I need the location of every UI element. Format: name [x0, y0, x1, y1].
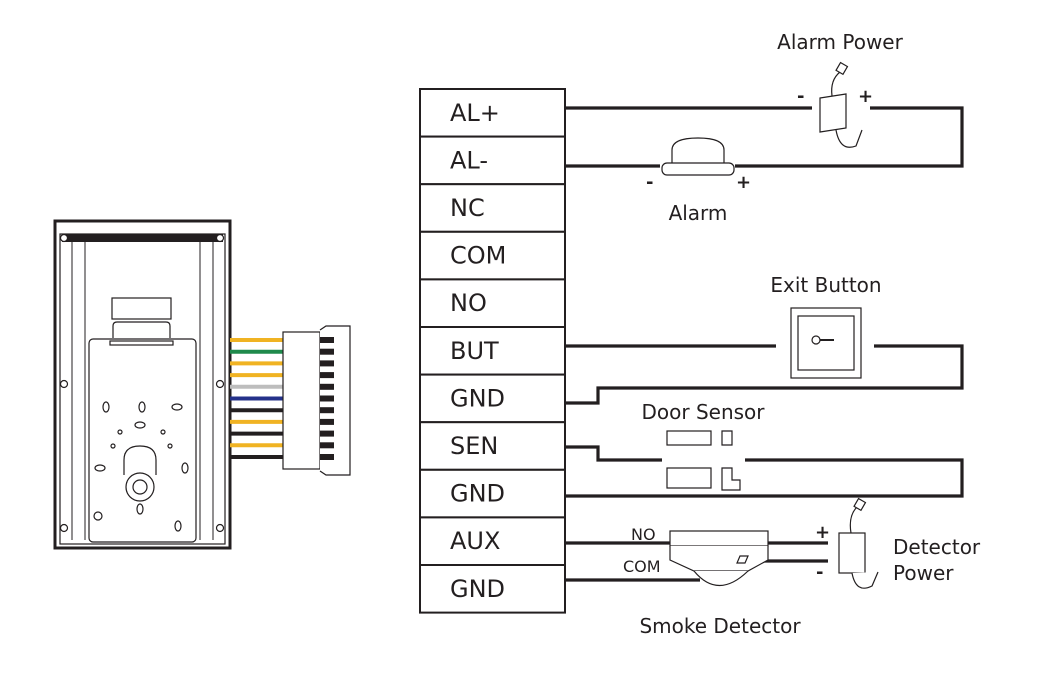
- detector-minus: -: [816, 562, 823, 583]
- terminal-block: AL+ AL- NC COM NO BUT GND SEN GND AUX GND: [419, 88, 566, 614]
- exit-button-circuit: Exit Button: [565, 273, 964, 405]
- alarm-power-label: Alarm Power: [777, 30, 903, 54]
- connector-pin: [320, 430, 334, 437]
- terminal-label: BUT: [450, 337, 499, 365]
- alarm-circuit: - + - + Alarm Power Alarm: [565, 30, 964, 225]
- alarm-minus: -: [646, 172, 653, 193]
- connector-pin: [320, 383, 334, 390]
- connector-pin: [320, 337, 334, 343]
- terminal-label: AL-: [450, 146, 488, 174]
- detector-power-label-2: Power: [893, 561, 954, 585]
- exit-button-label: Exit Button: [770, 273, 881, 297]
- wiring-diagram: AL+ AL- NC COM NO BUT GND SEN GND AUX GND - + - + …: [53, 30, 981, 638]
- connector-pin: [320, 454, 334, 460]
- door-sensor-circuit: Door Sensor: [565, 400, 964, 498]
- door-sensor-label: Door Sensor: [641, 400, 765, 424]
- access-control-device: [53, 219, 232, 550]
- connector-pin: [320, 372, 334, 379]
- terminal-label: AL+: [450, 99, 500, 127]
- terminal-label: NC: [450, 194, 485, 222]
- terminal-label: COM: [450, 242, 506, 270]
- device-wire-bundle: [230, 338, 283, 459]
- smoke-detector-icon: [669, 530, 769, 586]
- connector-pin: [320, 442, 334, 449]
- smoke-detector-label: Smoke Detector: [639, 614, 801, 638]
- connector-pin: [320, 395, 334, 402]
- terminal-cell: [419, 183, 566, 233]
- alarm-plus: +: [736, 172, 751, 193]
- terminal-label: AUX: [450, 527, 500, 555]
- connector-pin: [320, 348, 334, 355]
- connector-pin: [320, 360, 334, 367]
- terminal-cell: [419, 278, 566, 328]
- terminal-cell: [419, 135, 566, 186]
- terminal-label: NO: [450, 289, 487, 317]
- alarm-power-minus: -: [797, 86, 804, 107]
- detector-plus: +: [815, 522, 830, 543]
- alarm-siren-icon: [661, 137, 735, 176]
- detector-power-label-1: Detector: [893, 535, 981, 559]
- connector-pin: [320, 407, 334, 414]
- smoke-detector-circuit: NO COM + - Detector Power Smoke Detector: [565, 497, 981, 638]
- alarm-power-plus: +: [858, 86, 873, 107]
- com-label: COM: [623, 557, 661, 576]
- detector-power-adapter-icon: [838, 497, 879, 589]
- terminal-label: SEN: [450, 432, 498, 460]
- terminal-label: GND: [450, 384, 505, 412]
- no-label: NO: [631, 525, 656, 544]
- connector-pin: [320, 418, 334, 425]
- terminal-label: GND: [450, 480, 505, 508]
- alarm-power-adapter-icon: [819, 61, 863, 148]
- connector-plug: [282, 325, 351, 476]
- alarm-label: Alarm: [669, 201, 728, 225]
- terminal-label: GND: [450, 575, 505, 603]
